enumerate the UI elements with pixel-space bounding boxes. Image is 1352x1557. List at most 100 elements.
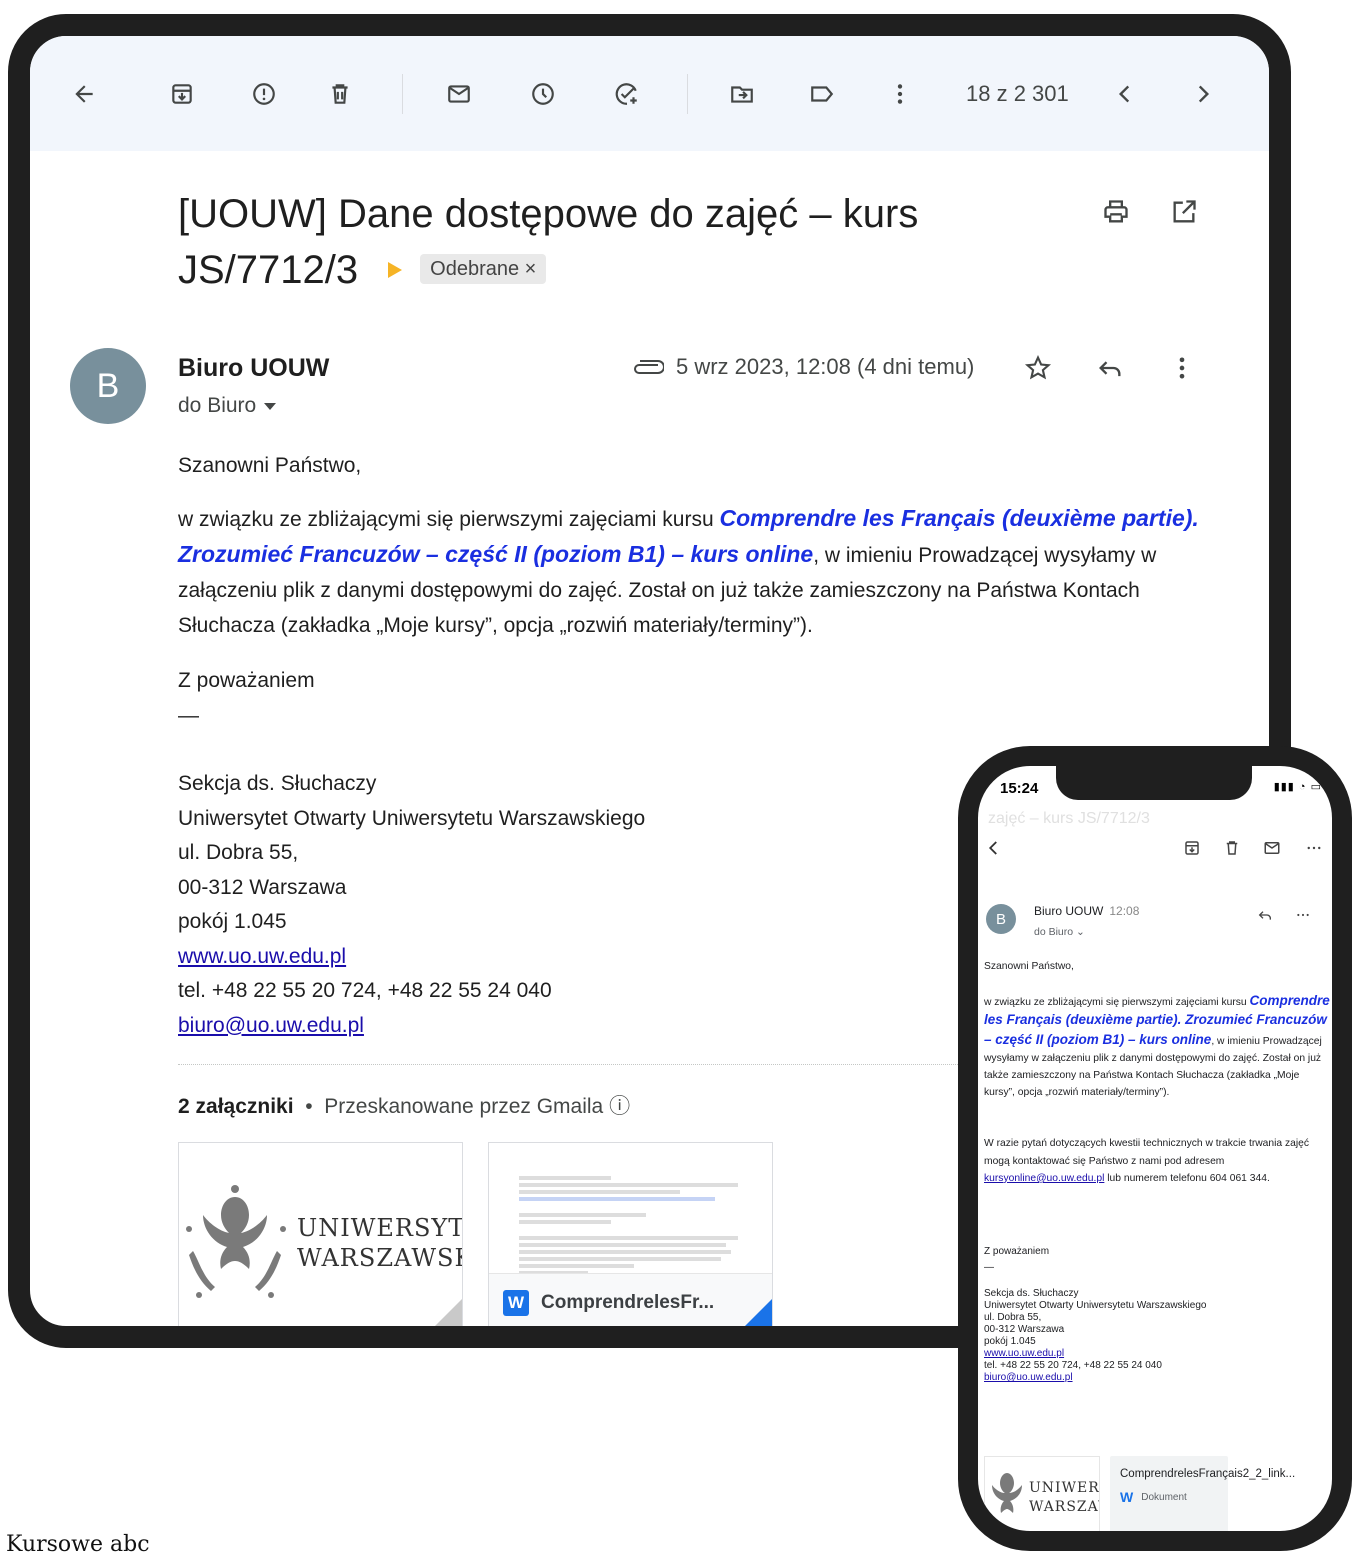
website-link[interactable]: www.uo.uw.edu.pl [178,945,346,968]
importance-marker-icon[interactable] [388,262,403,279]
tech-email-link[interactable]: kursyonline@uo.uw.edu.pl [984,1173,1104,1184]
sig-phone: tel. +48 22 55 20 724, +48 22 55 24 040 [984,1360,1162,1371]
signature: Z poważaniem — Sekcja ds. Słuchaczy Uniw… [178,664,645,1043]
subject-text: [UOUW] Dane dostępowe do zajęć – kurs JS… [178,192,919,292]
delete-icon[interactable] [326,80,354,108]
greeting: Szanowni Państwo, [984,961,1074,972]
mark-unread-icon[interactable] [1262,838,1282,858]
email-link[interactable]: biuro@uo.uw.edu.pl [984,1372,1073,1383]
email-link[interactable]: biuro@uo.uw.edu.pl [178,1014,364,1037]
delete-icon[interactable] [1222,838,1242,858]
document-type: W Dokument [1120,1489,1218,1506]
recipient-details[interactable]: do Biuro ⌄ [1034,926,1085,938]
sig-line: ul. Dobra 55, [178,841,299,864]
closing: Z poważaniem [984,1246,1050,1257]
closing-dash: — [984,1262,994,1273]
message-counter: 18 z 2 301 [966,80,1069,106]
add-task-icon[interactable] [613,80,641,108]
archive-icon[interactable] [1182,838,1202,858]
sender-name: Biuro UOUW [178,354,330,382]
subject-actions [1102,198,1198,226]
sent-time: 12:08 [1109,904,1140,918]
star-icon[interactable] [1024,354,1052,382]
main-paragraph: w związku ze zbliżającymi się pierwszymi… [984,992,1330,1101]
sig-line: 00-312 Warszawa [984,1324,1065,1335]
greeting: Szanowni Państwo, [178,454,362,477]
sender-line: Biuro UOUW 12:08 [1034,904,1139,918]
phone-notch [1056,766,1252,800]
toolbar-divider [402,73,403,114]
back-chevron-icon[interactable] [984,838,1004,858]
phone-message-actions [1256,906,1312,924]
page-caption: Kursowe abc [6,1532,150,1557]
remove-label-icon[interactable]: × [525,258,537,280]
more-horiz-icon[interactable] [1304,838,1324,858]
email-body: Szanowni Państwo, w związku ze zbliżając… [178,448,1238,661]
sender-avatar[interactable]: B [986,904,1016,934]
document-name: ComprendrelesFrançais2_2_link... [1120,1468,1296,1480]
para-intro: w związku ze zbliżającymi się pierwszymi… [984,997,1250,1009]
reply-icon[interactable] [1096,354,1124,382]
message-actions [1024,354,1196,382]
website-link[interactable]: www.uo.uw.edu.pl [984,1348,1064,1359]
back-arrow-icon[interactable] [70,80,98,108]
phone-frame: 15:24 ▮▮▮ ◔ ▭ zajęć – kurs JS/7712/3 B B… [958,746,1352,1551]
attachments-divider [178,1064,978,1065]
sender-avatar[interactable]: B [70,348,146,424]
tech-rest: lub numerem telefonu 604 061 344. [1104,1172,1270,1184]
print-icon[interactable] [1102,198,1130,226]
uw-eagle-logo-icon [992,1473,1022,1513]
label-icon[interactable] [808,80,836,108]
sig-line: 00-312 Warszawa [178,875,347,899]
info-icon[interactable]: ⓘ [609,1095,630,1118]
email-date: 5 wrz 2023, 12:08 (4 dni temu) [676,354,975,379]
move-to-icon[interactable] [728,80,756,108]
sig-phone: tel. +48 22 55 20 724, +48 22 55 24 040 [178,979,552,1002]
document-name: ComprendrelesFr... [541,1291,715,1313]
sender-name: Biuro UOUW [1034,904,1104,918]
recipient-dropdown-icon[interactable] [264,402,277,410]
recipient-details[interactable]: do Biuro [178,394,277,418]
sig-line: Sekcja ds. Słuchaczy [984,1288,1079,1299]
phone-attachment-document[interactable]: ComprendrelesFrançais2_2_link... W Dokume… [1110,1456,1296,1531]
tech-paragraph: W razie pytań dotyczących kwestii techni… [984,1135,1330,1187]
mark-unread-icon[interactable] [445,80,473,108]
scan-note: Przeskanowane przez Gmaila [324,1095,604,1118]
attachments-header: 2 załączniki • Przeskanowane przez Gmail… [178,1095,631,1118]
more-vert-icon[interactable] [1168,354,1196,382]
attachments-count: 2 załączniki [178,1095,294,1118]
sig-line: pokój 1.045 [178,910,287,933]
card-fold [430,1299,462,1326]
phone-email-body: Szanowni Państwo, w związku ze zbliżając… [984,958,1330,1204]
email-toolbar: 18 z 2 301 [30,36,1269,151]
chevron-right-icon[interactable] [1189,80,1217,108]
attachment-card-document[interactable]: W ComprendrelesFr... [488,1142,773,1326]
open-new-window-icon[interactable] [1170,198,1198,226]
label-chip-text: Odebrane [430,258,520,281]
attachment-card-logo[interactable]: UNIWERSYTETWARSZAWSKI [178,1142,463,1326]
more-vert-icon[interactable] [886,80,914,108]
document-preview [519,1173,749,1285]
inbox-label-chip[interactable]: Odebrane × [420,254,547,285]
sig-line: Uniwersytet Otwarty Uniwersytetu Warszaw… [984,1300,1207,1311]
report-spam-icon[interactable] [250,80,278,108]
phone-signature: Z poważaniem — Sekcja ds. Słuchaczy Uniw… [984,1246,1330,1384]
para-intro: w związku ze zbliżającymi się pierwszymi… [178,508,720,531]
snooze-icon[interactable] [529,80,557,108]
more-horiz-icon[interactable] [1294,906,1312,924]
chevron-left-icon[interactable] [1111,80,1139,108]
closing: Z poważaniem [178,669,315,692]
main-paragraph: w związku ze zbliżającymi się pierwszymi… [178,501,1238,643]
email-meta: 5 wrz 2023, 12:08 (4 dni temu) [630,354,974,380]
document-name-bar: W ComprendrelesFr... [489,1273,772,1326]
ghost-subject: zajęć – kurs JS/7712/3 [988,810,1150,827]
toolbar-divider [687,73,688,114]
sig-line: pokój 1.045 [984,1336,1036,1347]
reply-icon[interactable] [1256,906,1274,924]
phone-attachment-logo[interactable]: UNIWERSWARSZAV [984,1456,1100,1531]
closing-dash: — [178,703,199,727]
uw-logo-text: UNIWERSWARSZAV [1029,1480,1100,1515]
word-doc-icon: W [1120,1489,1134,1505]
word-doc-icon: W [503,1289,529,1316]
archive-icon[interactable] [168,80,196,108]
